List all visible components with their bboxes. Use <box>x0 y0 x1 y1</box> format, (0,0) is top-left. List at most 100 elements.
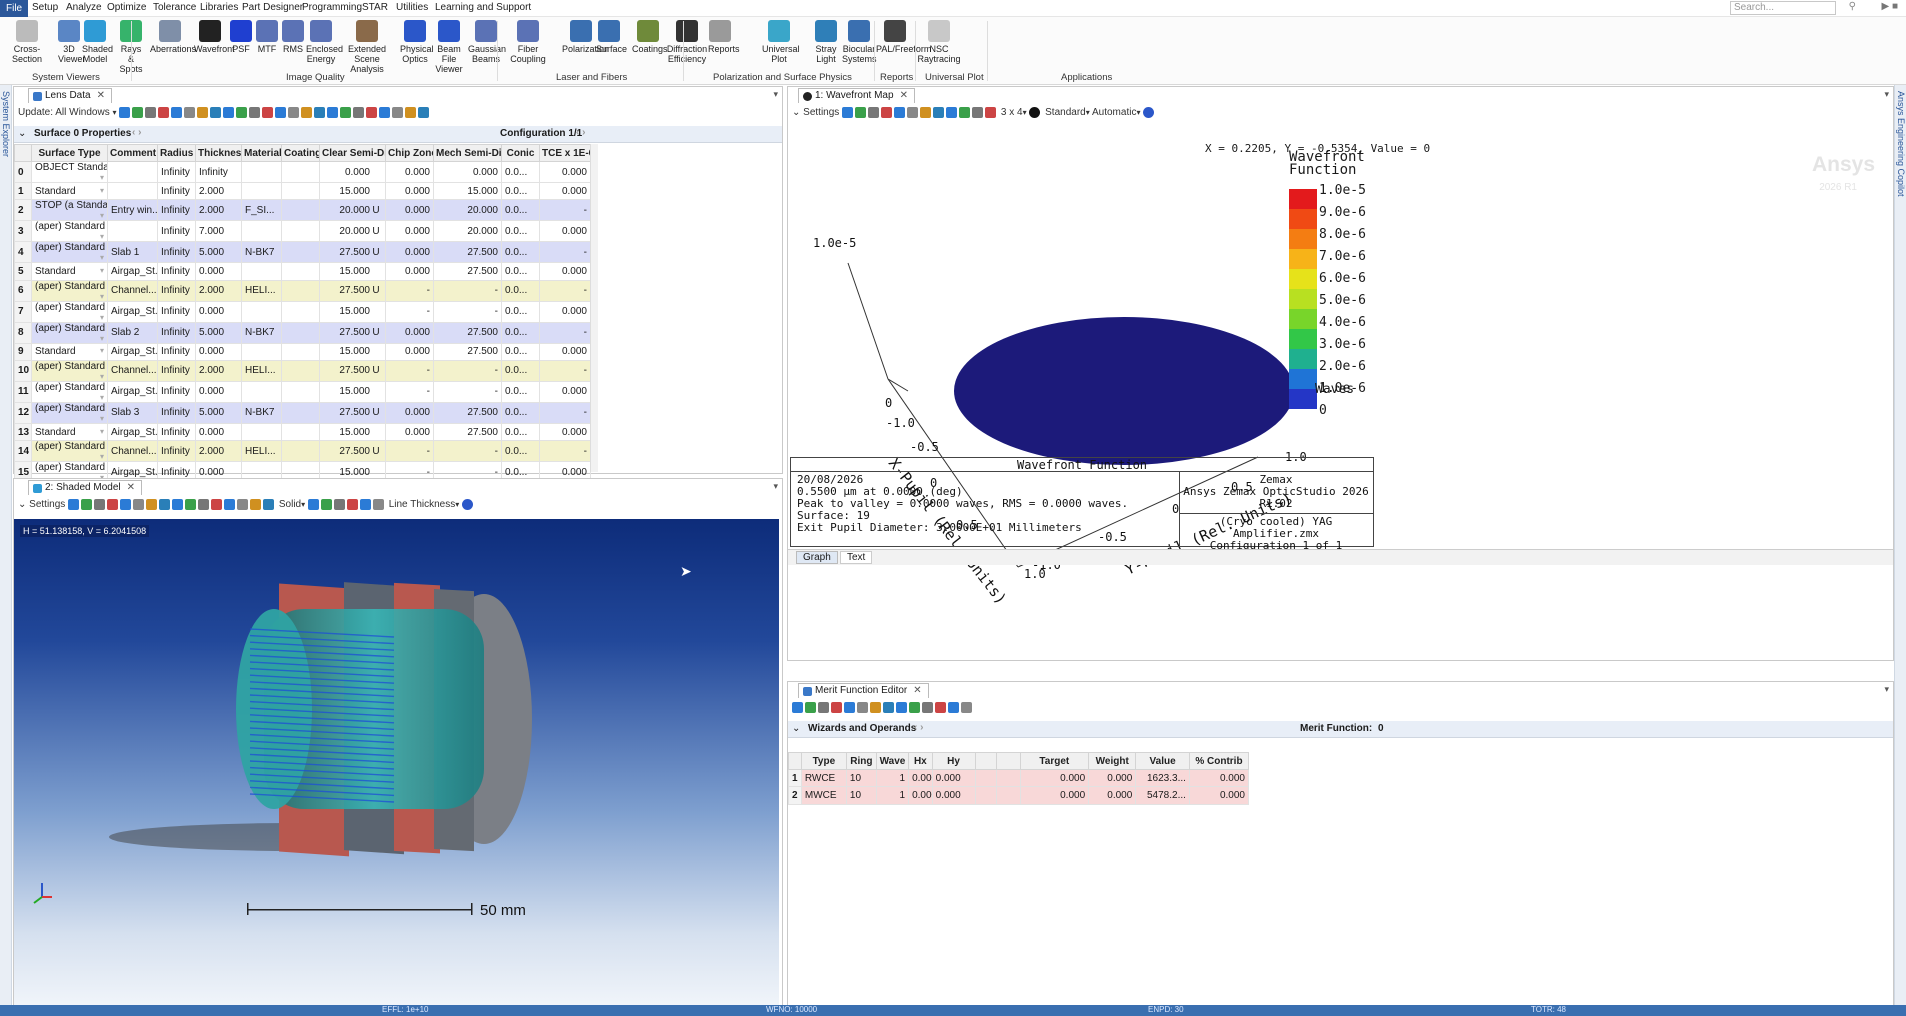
wizards-operands-label[interactable]: Wizards and Operands <box>808 723 916 734</box>
merit-tool-icon[interactable] <box>909 702 920 713</box>
row-number[interactable]: 10 <box>14 359 32 382</box>
column-header[interactable] <box>14 144 32 162</box>
row-number[interactable]: 8 <box>14 321 32 344</box>
shaded-model-tool-icon[interactable] <box>107 499 119 510</box>
tce-cell[interactable]: - <box>539 279 591 302</box>
hx-cell[interactable]: 0.000 <box>908 768 933 788</box>
shaded-model-tool-icon[interactable] <box>237 499 249 510</box>
tab-merit-function[interactable]: Merit Function Editor ✕ <box>798 683 929 698</box>
menu-utilities[interactable]: Utilities <box>396 2 428 13</box>
lens-row[interactable]: 0OBJECT Standard▾InfinityInfinity0.0000.… <box>14 161 591 183</box>
comment-cell[interactable]: Airgap_St... <box>107 342 158 361</box>
column-header[interactable]: Conic <box>501 144 540 162</box>
comment-cell[interactable]: Channel... <box>107 279 158 302</box>
chip-zone-cell[interactable]: - <box>385 279 434 302</box>
mech-semi-dia-cell[interactable]: 27.500 <box>433 342 502 361</box>
thickness-cell[interactable]: 2.000 <box>195 181 242 201</box>
chevron-down-icon[interactable]: ▾ <box>100 313 104 322</box>
wavefront-tool-icon[interactable] <box>881 107 893 118</box>
gaussian-beams-button[interactable]: Gaussian Beams <box>468 20 506 64</box>
row-number[interactable]: 14 <box>14 440 32 463</box>
grid-dropdown[interactable]: 3 x 4 <box>1001 107 1023 118</box>
extended-scene-button[interactable]: Extended Scene Analysis <box>338 20 396 74</box>
conic-cell[interactable]: 0.0... <box>501 440 540 463</box>
chip-zone-cell[interactable]: 0.000 <box>385 199 434 222</box>
thickness-cell[interactable]: 5.000 <box>195 401 242 424</box>
material-cell[interactable]: HELI... <box>241 279 282 302</box>
conic-cell[interactable]: 0.0... <box>501 300 540 323</box>
radius-cell[interactable]: Infinity <box>157 241 196 264</box>
row-number[interactable]: 5 <box>14 262 32 281</box>
shaded-model-tool-icon[interactable] <box>68 499 80 510</box>
coating-cell[interactable] <box>281 161 320 183</box>
mech-semi-dia-cell[interactable]: 15.000 <box>433 181 502 201</box>
wavefront-tool-icon[interactable] <box>907 107 919 118</box>
lens-data-tool-icon[interactable] <box>405 107 417 118</box>
comment-cell[interactable] <box>107 220 158 243</box>
clear-semi-dia-cell[interactable]: 15.000 <box>319 300 386 323</box>
chevron-down-icon[interactable]: ▾ <box>100 292 104 301</box>
aberrations-button[interactable]: Aberrations <box>150 20 196 54</box>
chevron-down-icon[interactable]: ⌄ <box>18 499 26 510</box>
coating-cell[interactable] <box>281 199 320 222</box>
lens-data-tool-icon[interactable] <box>145 107 157 118</box>
clear-semi-dia-cell[interactable]: 15.000 <box>319 181 386 201</box>
chip-zone-cell[interactable]: 0.000 <box>385 161 434 183</box>
surface-type-cell[interactable]: (aper) Standard▾ <box>31 241 108 264</box>
wavefront-tool-icon[interactable] <box>933 107 945 118</box>
tce-cell[interactable]: 0.000 <box>539 300 591 323</box>
thickness-cell[interactable]: Infinity <box>195 161 242 183</box>
tce-cell[interactable]: 0.000 <box>539 220 591 243</box>
chevron-down-icon[interactable]: ▾ <box>100 266 104 275</box>
merit-tool-icon[interactable] <box>844 702 855 713</box>
lens-row[interactable]: 4 (aper) Standard ▾ Slab 1 Infinity 5.000 N-BK… <box>14 241 591 264</box>
menu-setup[interactable]: Setup <box>32 2 58 13</box>
column-header[interactable]: Coating <box>281 144 320 162</box>
lens-row[interactable]: 9 Standard▾Airgap_St...Infinity0.00015.0… <box>14 342 591 361</box>
ring-cell[interactable]: 10 <box>845 768 877 788</box>
column-header[interactable] <box>995 752 1021 770</box>
lens-data-tool-icon[interactable] <box>340 107 352 118</box>
lens-row[interactable]: 3 (aper) Standard ▾ Infinity 7.000 20.000 U 0.0… <box>14 220 591 243</box>
chevron-down-icon[interactable]: ▾ <box>100 372 104 381</box>
row-number[interactable]: 13 <box>14 422 32 442</box>
material-cell[interactable]: F_SI... <box>241 199 282 222</box>
radius-cell[interactable]: Infinity <box>157 220 196 243</box>
copilot-label[interactable]: Ansys Engineering Copilot <box>1896 91 1906 197</box>
prev-surface-icon[interactable]: ‹ › <box>132 127 141 138</box>
shaded-model-tool-icon[interactable] <box>263 499 275 510</box>
mech-semi-dia-cell[interactable]: 27.500 <box>433 241 502 264</box>
surface-type-cell[interactable]: (aper) Standard▾ <box>31 380 108 403</box>
menu-star[interactable]: STAR <box>362 2 388 13</box>
lens-data-tool-icon[interactable] <box>314 107 326 118</box>
lens-row[interactable]: 14 (aper) Standard ▾ Channel... Infinity 2.00… <box>14 440 591 463</box>
conic-cell[interactable]: 0.0... <box>501 380 540 403</box>
mech-semi-dia-cell[interactable]: 0.000 <box>433 161 502 183</box>
menu-file[interactable]: File <box>0 0 29 17</box>
coating-cell[interactable] <box>281 422 320 442</box>
radius-cell[interactable]: Infinity <box>157 321 196 344</box>
material-cell[interactable]: N-BK7 <box>241 401 282 424</box>
conic-cell[interactable]: 0.0... <box>501 422 540 442</box>
thickness-cell[interactable]: 5.000 <box>195 321 242 344</box>
wavefront-tool-icon[interactable] <box>946 107 958 118</box>
tce-cell[interactable]: - <box>539 440 591 463</box>
merit-tool-icon[interactable] <box>896 702 907 713</box>
shaded-model-tool-icon[interactable] <box>250 499 262 510</box>
shaded-model-tool-icon[interactable] <box>133 499 145 510</box>
comment-cell[interactable]: Airgap_St... <box>107 422 158 442</box>
automatic-dropdown[interactable]: Automatic <box>1092 107 1136 118</box>
collapse-icon[interactable]: ⌄ <box>792 723 800 734</box>
chevron-down-icon[interactable]: ▾ <box>100 452 104 461</box>
lens-data-tool-icon[interactable] <box>392 107 404 118</box>
radius-cell[interactable]: Infinity <box>157 279 196 302</box>
surface-type-cell[interactable]: OBJECT Standard▾ <box>31 161 108 183</box>
tab-shaded-model[interactable]: 2: Shaded Model ✕ <box>28 480 143 495</box>
comment-cell[interactable]: Airgap_St... <box>107 380 158 403</box>
conic-cell[interactable]: 0.0... <box>501 199 540 222</box>
surface-properties-label[interactable]: Surface 0 Properties <box>34 128 131 139</box>
comment-cell[interactable]: Airgap_St... <box>107 262 158 281</box>
clear-semi-dia-cell[interactable]: 20.000 U <box>319 220 386 243</box>
radius-cell[interactable]: Infinity <box>157 262 196 281</box>
column-header[interactable]: TCE x 1E-6 <box>539 144 591 162</box>
